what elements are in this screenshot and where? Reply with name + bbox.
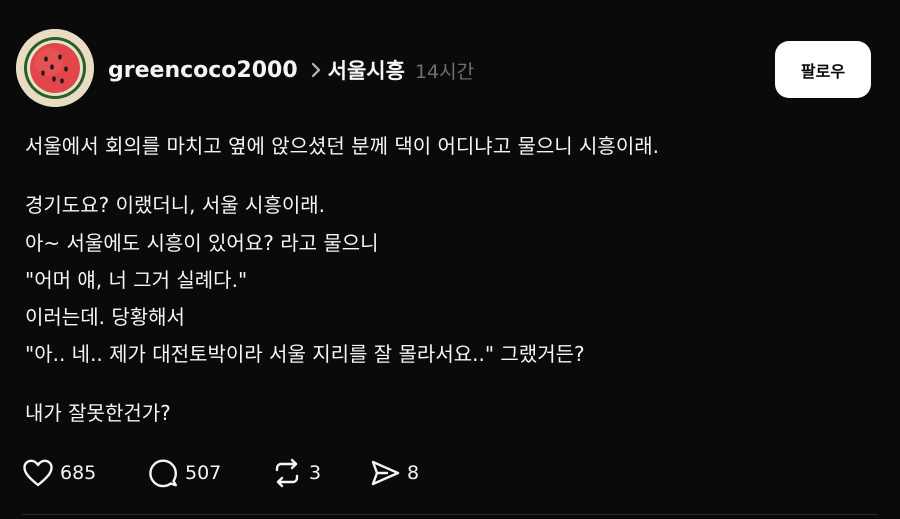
share-button[interactable]: 8 — [369, 457, 419, 489]
post-text-line: 이러는데. 당황해서 — [25, 305, 185, 329]
post-text-line: "어머 얘, 너 그거 실례다." — [25, 268, 248, 292]
share-count: 8 — [407, 462, 420, 484]
post-text-line: 경기도요? 이랬더니, 서울 시흥이래. — [25, 193, 326, 217]
post-header: greencoco2000 서울시흥 14시간 — [108, 56, 474, 84]
post-time: 14시간 — [414, 60, 475, 83]
repost-icon — [271, 457, 303, 489]
comment-button[interactable]: 507 — [147, 457, 271, 489]
post-text-line: "아.. 네.. 제가 대전토박이라 서울 지리를 잘 몰라서요.." 그랬거든… — [25, 342, 585, 366]
like-count: 685 — [60, 462, 97, 484]
community-link[interactable]: 서울시흥 — [328, 55, 405, 85]
send-icon — [369, 457, 401, 489]
repost-count: 3 — [309, 462, 322, 484]
comment-bubble-icon — [147, 457, 179, 489]
post-text-line: 아~ 서울에도 시흥이 있어요? 라고 물으니 — [25, 231, 379, 255]
comment-count: 507 — [185, 462, 222, 484]
repost-button[interactable]: 3 — [271, 457, 369, 489]
chevron-right-icon — [310, 61, 322, 79]
like-button[interactable]: 685 — [22, 458, 147, 488]
post-actions: 685 507 3 8 — [22, 456, 419, 490]
follow-button[interactable]: 팔로우 — [775, 41, 871, 98]
heart-icon — [22, 458, 54, 488]
post-text-line: 서울에서 회의를 마치고 옆에 앉으셨던 분께 댁이 어디냐고 물으니 시흥이래… — [25, 134, 659, 158]
watermelon-avatar-image — [16, 29, 94, 107]
avatar[interactable] — [16, 29, 94, 107]
username[interactable]: greencoco2000 — [108, 58, 298, 83]
divider — [22, 514, 878, 515]
post-text-line: 내가 잘못한건가? — [25, 401, 171, 425]
